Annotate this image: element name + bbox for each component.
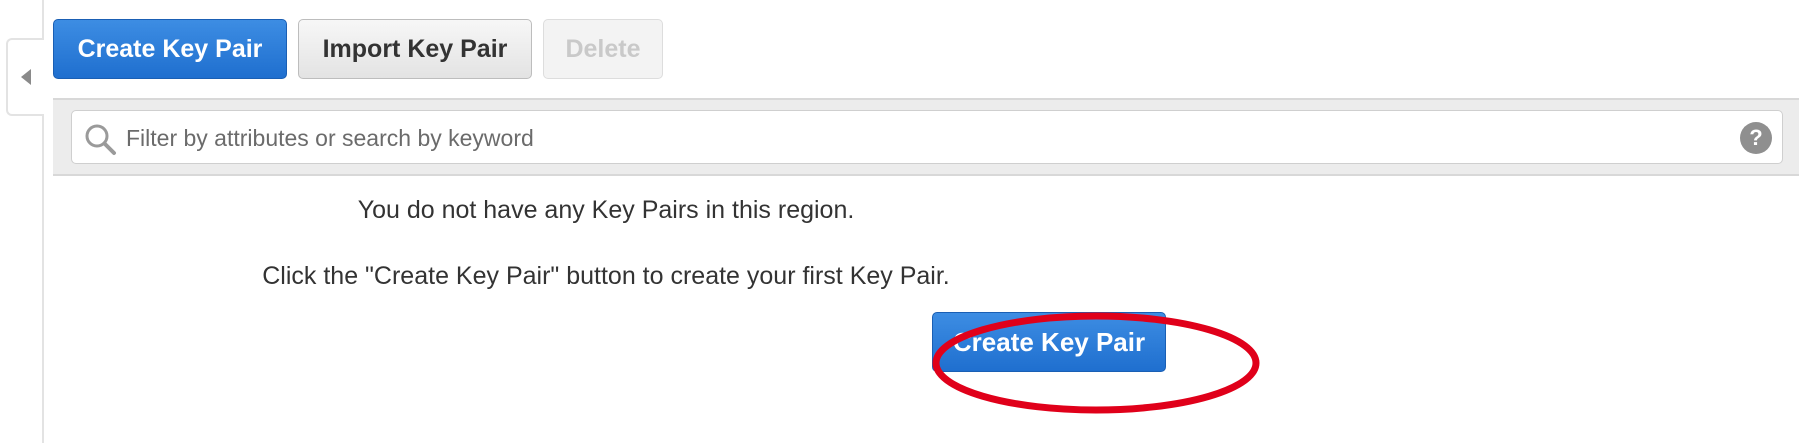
delete-button: Delete xyxy=(543,19,663,79)
help-icon[interactable]: ? xyxy=(1740,122,1772,154)
filter-input[interactable] xyxy=(124,117,1708,159)
create-key-pair-cta-button[interactable]: Create Key Pair xyxy=(932,312,1166,372)
toolbar: Create Key Pair Import Key Pair Delete xyxy=(53,19,663,79)
empty-state-message: You do not have any Key Pairs in this re… xyxy=(357,196,855,224)
create-key-pair-button[interactable]: Create Key Pair xyxy=(53,19,287,79)
import-key-pair-button[interactable]: Import Key Pair xyxy=(298,19,532,79)
chevron-left-icon xyxy=(21,69,31,85)
empty-state-hint: Click the "Create Key Pair" button to cr… xyxy=(262,262,950,290)
filter-box: ? xyxy=(71,110,1783,164)
filter-bar: ? xyxy=(53,98,1799,176)
search-icon xyxy=(85,124,116,155)
cta-container: Create Key Pair xyxy=(932,312,1166,372)
key-pairs-page: Create Key Pair Import Key Pair Delete ?… xyxy=(0,0,1799,443)
collapse-sidebar-button[interactable] xyxy=(6,38,44,116)
